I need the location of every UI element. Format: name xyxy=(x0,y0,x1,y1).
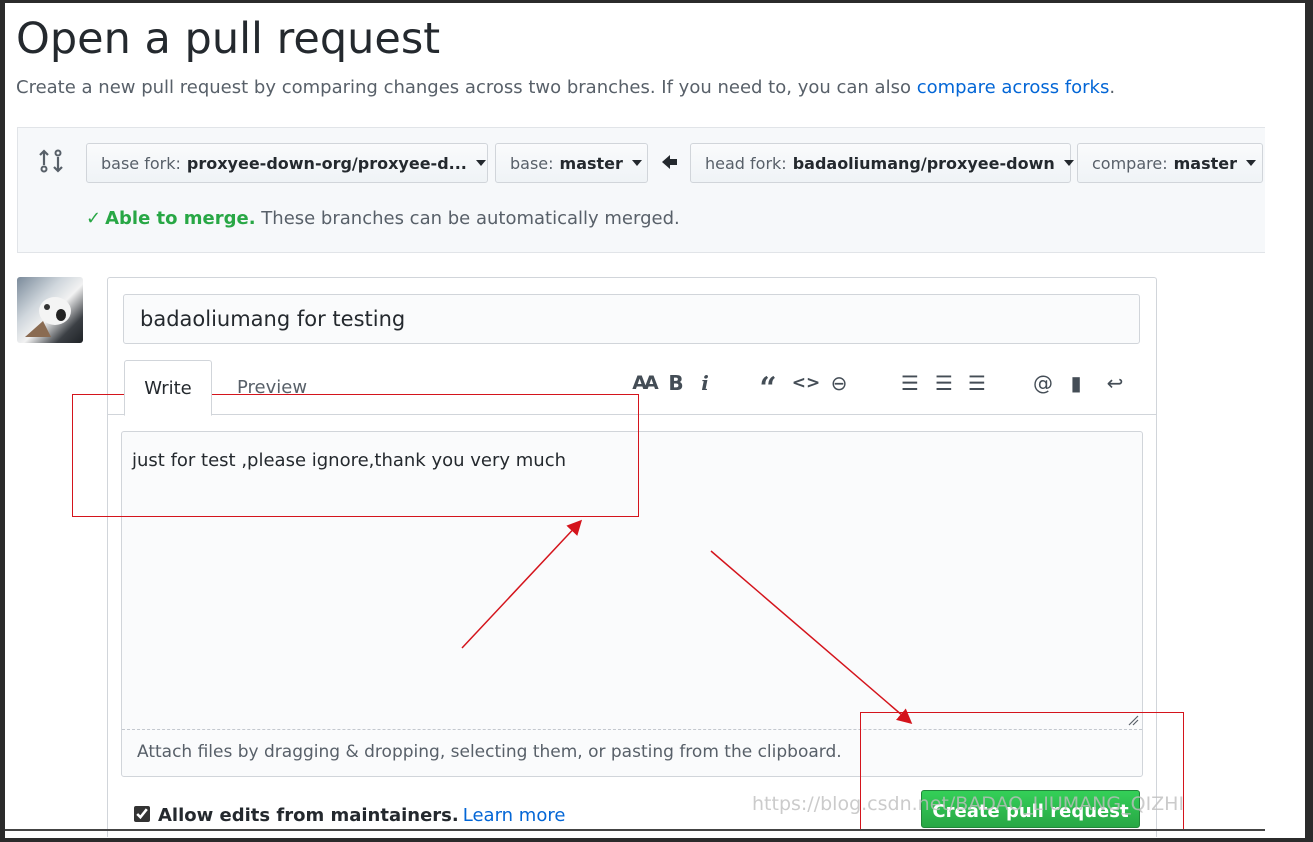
merge-ok-text: Able to merge. xyxy=(105,208,256,229)
page-subtitle: Create a new pull request by comparing c… xyxy=(16,77,1115,98)
chevron-down-icon xyxy=(475,160,486,166)
pr-body-text: just for test ,please ignore,thank you v… xyxy=(132,450,566,471)
attach-files-text: Attach files by dragging & dropping, sel… xyxy=(137,742,842,762)
pr-title-input[interactable] xyxy=(123,294,1140,344)
screenshot-frame-left xyxy=(0,0,5,842)
italic-icon[interactable]: i xyxy=(697,368,713,398)
saved-reply-icon[interactable]: ▮ xyxy=(1065,368,1087,398)
base-fork-label: base fork: xyxy=(101,153,181,173)
base-value: master xyxy=(559,153,623,173)
check-icon: ✓ xyxy=(86,208,102,229)
merge-status: ✓ Able to merge. These branches can be au… xyxy=(86,208,680,229)
mention-icon[interactable]: @ xyxy=(1030,368,1056,398)
tab-divider xyxy=(108,414,1156,415)
compare-across-forks-link[interactable]: compare across forks xyxy=(917,77,1110,98)
learn-more-link[interactable]: Learn more xyxy=(463,805,566,826)
screenshot-frame-bottom xyxy=(0,838,1313,842)
heading-icon[interactable]: AA xyxy=(630,368,658,398)
avatar xyxy=(17,277,83,343)
compare-branch-select[interactable]: compare: master xyxy=(1077,143,1263,183)
chevron-down-icon xyxy=(631,160,642,166)
base-branch-select[interactable]: base: master xyxy=(495,143,648,183)
merge-message: These branches can be automatically merg… xyxy=(255,208,680,229)
page-title: Open a pull request xyxy=(16,14,441,64)
tab-preview[interactable]: Preview xyxy=(237,377,307,398)
bold-icon[interactable]: B xyxy=(666,368,686,398)
resize-handle-icon[interactable] xyxy=(1127,714,1139,726)
compare-value: master xyxy=(1173,153,1237,173)
unordered-list-icon[interactable]: ☰ xyxy=(898,368,922,398)
avatar-image-icon xyxy=(25,297,71,337)
head-fork-select[interactable]: head fork: badaoliumang/proxyee-down xyxy=(690,143,1074,183)
chevron-down-icon xyxy=(1245,160,1256,166)
screenshot-frame-right xyxy=(1305,0,1313,842)
base-fork-select[interactable]: base fork: proxyee-down-org/proxyee-d... xyxy=(86,143,488,183)
compare-label: compare: xyxy=(1092,153,1168,173)
bottom-divider xyxy=(5,829,1265,831)
link-icon[interactable]: ⊖ xyxy=(826,368,852,398)
arrow-left-icon xyxy=(662,155,677,169)
code-icon[interactable]: <> xyxy=(792,368,821,398)
subtitle-end: . xyxy=(1109,77,1116,98)
allow-edits-text: Allow edits from maintainers. xyxy=(158,805,459,826)
base-fork-value: proxyee-down-org/proxyee-d... xyxy=(186,153,467,173)
git-compare-icon xyxy=(39,149,63,173)
pr-body-textarea[interactable] xyxy=(121,431,1143,777)
reply-icon[interactable]: ↩ xyxy=(1098,368,1132,398)
task-list-icon[interactable]: ☰ xyxy=(964,368,990,398)
create-pull-request-button[interactable]: Create pull request xyxy=(921,790,1140,828)
allow-edits-checkbox[interactable] xyxy=(134,806,150,822)
head-fork-label: head fork: xyxy=(705,153,787,173)
ordered-list-icon[interactable]: ☰ xyxy=(932,368,956,398)
screenshot-frame-top xyxy=(0,0,1313,3)
quote-icon[interactable]: “ xyxy=(757,368,779,406)
tab-write[interactable]: Write xyxy=(124,360,212,416)
subtitle-text: Create a new pull request by comparing c… xyxy=(16,77,917,98)
chevron-down-icon xyxy=(1063,160,1074,166)
allow-edits-label: Allow edits from maintainers. Learn more xyxy=(158,805,565,826)
base-label: base: xyxy=(510,153,554,173)
head-fork-value: badaoliumang/proxyee-down xyxy=(792,153,1055,173)
